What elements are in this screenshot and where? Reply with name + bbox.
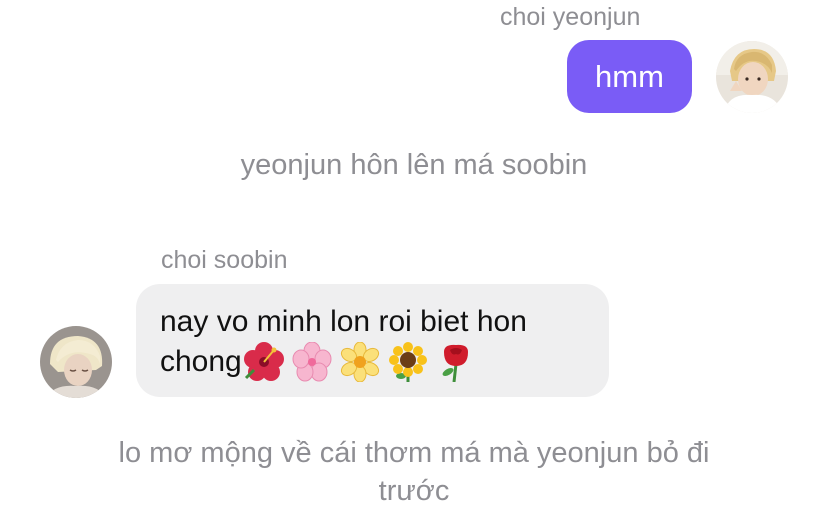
message-text: hmm <box>595 58 664 94</box>
sender-name-yeonjun: choi yeonjun <box>500 3 641 31</box>
blossom-icon <box>340 342 379 382</box>
sunflower-icon <box>388 342 427 382</box>
message-text-end: chong <box>160 345 242 378</box>
avatar-yeonjun[interactable] <box>716 41 788 113</box>
system-notice: yeonjun hôn lên má soobin <box>240 149 588 181</box>
avatar-soobin[interactable] <box>40 326 112 398</box>
avatar-photo-icon <box>716 41 788 113</box>
sender-name-soobin: choi soobin <box>161 246 288 274</box>
message-text-line: nay vo minh lon roi biet hon <box>160 305 527 338</box>
avatar-photo-icon <box>40 326 112 398</box>
message-text-line: chong <box>160 342 585 382</box>
rose-icon <box>442 344 468 382</box>
message-bubble-incoming[interactable]: nay vo minh lon roi biet hon chong <box>136 284 609 397</box>
system-notice: lo mơ mộng về cái thơm má mà yeonjun bỏ … <box>118 437 710 507</box>
message-bubble-outgoing[interactable]: hmm <box>567 40 692 113</box>
cherry-blossom-icon <box>292 342 332 382</box>
hibiscus-icon <box>243 342 284 381</box>
emoji-row <box>243 342 476 382</box>
